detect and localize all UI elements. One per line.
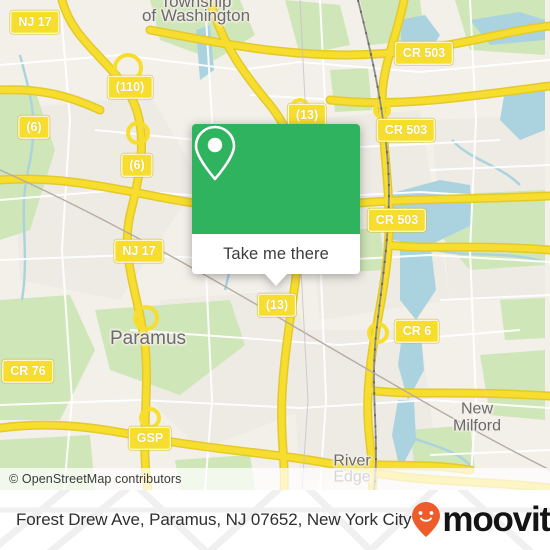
road-shield: NJ 17 (10, 10, 60, 34)
callout-header (192, 124, 360, 234)
callout-pointer-tail (265, 274, 287, 286)
road-shield: NJ 17 (114, 239, 164, 263)
road-shield: (6) (18, 115, 50, 139)
take-me-there-label: Take me there (223, 244, 329, 263)
road-shield: CR 6 (394, 319, 440, 343)
map-callout-card[interactable]: Take me there (192, 124, 360, 286)
moovit-wordmark: moovit (442, 500, 550, 539)
road-shield: CR 503 (376, 118, 436, 142)
location-pin-icon (194, 125, 236, 181)
moovit-smiley-pin-icon (412, 502, 441, 537)
road-shield: (13) (257, 293, 297, 317)
road-shield: CR 503 (367, 208, 427, 232)
map-canvas[interactable]: NJ 17 (110) (6) (6) NJ 17 CR 76 GSP (13)… (0, 0, 550, 490)
attribution-text: © OpenStreetMap contributors (9, 472, 182, 486)
moovit-brand[interactable]: moovit (411, 501, 550, 539)
footer-bar: Forest Drew Ave, Paramus, NJ 07652, New … (0, 490, 550, 550)
road-shield: CR 76 (2, 359, 54, 383)
screenshot-root: NJ 17 (110) (6) (6) NJ 17 CR 76 GSP (13)… (0, 0, 550, 550)
take-me-there-button[interactable]: Take me there (192, 234, 360, 274)
road-shield: (110) (107, 75, 153, 99)
road-shield: CR 503 (394, 41, 454, 65)
road-shield: (6) (121, 153, 153, 177)
road-shield: (13) (287, 103, 327, 127)
road-shield: GSP (128, 426, 172, 450)
map-attribution[interactable]: © OpenStreetMap contributors (0, 468, 550, 490)
footer-content: Forest Drew Ave, Paramus, NJ 07652, New … (0, 501, 550, 539)
location-title: Forest Drew Ave, Paramus, NJ 07652, New … (16, 510, 412, 529)
